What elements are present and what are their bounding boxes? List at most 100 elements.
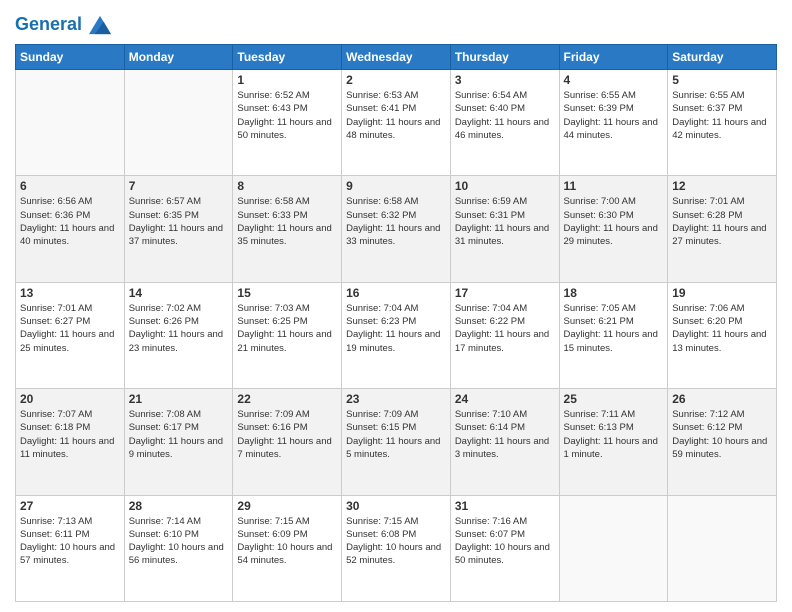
sunrise-text: Sunrise: 7:07 AM (20, 409, 92, 420)
daylight-text: Daylight: 11 hours and 31 minutes. (455, 223, 549, 247)
calendar-cell: 8Sunrise: 6:58 AMSunset: 6:33 PMDaylight… (233, 176, 342, 282)
sunrise-text: Sunrise: 6:55 AM (564, 90, 636, 101)
calendar-week-row: 13Sunrise: 7:01 AMSunset: 6:27 PMDayligh… (16, 282, 777, 388)
sunrise-text: Sunrise: 7:12 AM (672, 409, 744, 420)
cell-info: Sunrise: 7:10 AM Sunset: 6:14 PM Daylight:… (455, 408, 555, 461)
daylight-text: Daylight: 11 hours and 46 minutes. (455, 117, 549, 141)
sunset-text: Sunset: 6:37 PM (672, 103, 742, 114)
calendar-cell: 15Sunrise: 7:03 AMSunset: 6:25 PMDayligh… (233, 282, 342, 388)
sunrise-text: Sunrise: 6:59 AM (455, 196, 527, 207)
calendar-cell: 27Sunrise: 7:13 AMSunset: 6:11 PMDayligh… (16, 495, 125, 601)
sunset-text: Sunset: 6:40 PM (455, 103, 525, 114)
daylight-text: Daylight: 11 hours and 27 minutes. (672, 223, 766, 247)
calendar-cell: 10Sunrise: 6:59 AMSunset: 6:31 PMDayligh… (450, 176, 559, 282)
daylight-text: Daylight: 10 hours and 56 minutes. (129, 542, 224, 566)
sunset-text: Sunset: 6:15 PM (346, 422, 416, 433)
sunrise-text: Sunrise: 7:08 AM (129, 409, 201, 420)
daylight-text: Daylight: 11 hours and 48 minutes. (346, 117, 440, 141)
calendar-cell: 4Sunrise: 6:55 AMSunset: 6:39 PMDaylight… (559, 70, 668, 176)
daylight-text: Daylight: 11 hours and 40 minutes. (20, 223, 114, 247)
sunrise-text: Sunrise: 7:05 AM (564, 303, 636, 314)
day-number: 30 (346, 499, 446, 513)
sunset-text: Sunset: 6:22 PM (455, 316, 525, 327)
sunrise-text: Sunrise: 7:09 AM (346, 409, 418, 420)
daylight-text: Daylight: 11 hours and 35 minutes. (237, 223, 331, 247)
sunrise-text: Sunrise: 7:14 AM (129, 516, 201, 527)
cell-info: Sunrise: 6:53 AM Sunset: 6:41 PM Daylight:… (346, 89, 446, 142)
cell-info: Sunrise: 7:04 AMSunset: 6:23 PMDaylight:… (346, 302, 446, 355)
calendar-cell: 24 Sunrise: 7:10 AM Sunset: 6:14 PM Dayligh… (450, 389, 559, 495)
sunset-text: Sunset: 6:23 PM (346, 316, 416, 327)
sunrise-text: Sunrise: 7:00 AM (564, 196, 636, 207)
daylight-text: Daylight: 10 hours and 54 minutes. (237, 542, 332, 566)
calendar-cell: 17Sunrise: 7:04 AMSunset: 6:22 PMDayligh… (450, 282, 559, 388)
daylight-text: Daylight: 11 hours and 25 minutes. (20, 329, 114, 353)
calendar-cell: 22Sunrise: 7:09 AMSunset: 6:16 PMDayligh… (233, 389, 342, 495)
weekday-header: Thursday (450, 45, 559, 70)
calendar-cell: 30Sunrise: 7:15 AMSunset: 6:08 PMDayligh… (342, 495, 451, 601)
cell-info: Sunrise: 7:07 AMSunset: 6:18 PMDaylight:… (20, 408, 120, 461)
calendar-cell: 1Sunrise: 6:52 AMSunset: 6:43 PMDaylight… (233, 70, 342, 176)
logo-general: General (15, 14, 82, 34)
daylight-text: Daylight: 11 hours and 33 minutes. (346, 223, 440, 247)
sunrise-text: Sunrise: 7:10 AM (455, 409, 527, 420)
cell-info: Sunrise: 6:56 AMSunset: 6:36 PMDaylight:… (20, 195, 120, 248)
day-number: 9 (346, 179, 446, 193)
day-number: 16 (346, 286, 446, 300)
cell-info: Sunrise: 6:55 AMSunset: 6:37 PMDaylight:… (672, 89, 772, 142)
cell-info: Sunrise: 7:04 AMSunset: 6:22 PMDaylight:… (455, 302, 555, 355)
calendar-week-row: 20Sunrise: 7:07 AMSunset: 6:18 PMDayligh… (16, 389, 777, 495)
cell-info: Sunrise: 7:16 AMSunset: 6:07 PMDaylight:… (455, 515, 555, 568)
calendar-cell (668, 495, 777, 601)
sunrise-text: Sunrise: 7:16 AM (455, 516, 527, 527)
day-number: 29 (237, 499, 337, 513)
sunrise-text: Sunrise: 7:15 AM (346, 516, 418, 527)
sunset-text: Sunset: 6:14 PM (455, 422, 525, 433)
day-number: 11 (564, 179, 664, 193)
sunset-text: Sunset: 6:12 PM (672, 422, 742, 433)
calendar-cell (124, 70, 233, 176)
day-number: 14 (129, 286, 229, 300)
logo-text: General (15, 14, 111, 36)
calendar-cell: 20Sunrise: 7:07 AMSunset: 6:18 PMDayligh… (16, 389, 125, 495)
sunset-text: Sunset: 6:11 PM (20, 529, 90, 540)
cell-info: Sunrise: 6:52 AMSunset: 6:43 PMDaylight:… (237, 89, 337, 142)
sunrise-text: Sunrise: 7:15 AM (237, 516, 309, 527)
day-number: 7 (129, 179, 229, 193)
sunrise-text: Sunrise: 7:06 AM (672, 303, 744, 314)
sunrise-text: Sunrise: 6:56 AM (20, 196, 92, 207)
sunset-text: Sunset: 6:16 PM (237, 422, 307, 433)
daylight-text: Daylight: 11 hours and 19 minutes. (346, 329, 440, 353)
sunrise-text: Sunrise: 7:13 AM (20, 516, 92, 527)
day-number: 15 (237, 286, 337, 300)
weekday-header: Saturday (668, 45, 777, 70)
daylight-text: Daylight: 11 hours and 50 minutes. (237, 117, 331, 141)
logo-icon (89, 14, 111, 36)
sunset-text: Sunset: 6:07 PM (455, 529, 525, 540)
daylight-text: Daylight: 11 hours and 21 minutes. (237, 329, 331, 353)
sunrise-text: Sunrise: 7:01 AM (20, 303, 92, 314)
sunset-text: Sunset: 6:09 PM (237, 529, 307, 540)
sunrise-text: Sunrise: 7:09 AM (237, 409, 309, 420)
daylight-text: Daylight: 11 hours and 5 minutes. (346, 436, 440, 460)
calendar-cell (16, 70, 125, 176)
daylight-text: Daylight: 11 hours and 3 minutes. (455, 436, 549, 460)
daylight-text: Daylight: 10 hours and 59 minutes. (672, 436, 767, 460)
calendar-cell: 16 Sunrise: 7:04 AMSunset: 6:23 PMDayligh… (342, 282, 451, 388)
sunset-text: Sunset: 6:30 PM (564, 210, 634, 221)
cell-info: Sunrise: 6:54 AMSunset: 6:40 PMDaylight:… (455, 89, 555, 142)
day-number: 24 (455, 392, 555, 406)
daylight-text: Daylight: 11 hours and 9 minutes. (129, 436, 223, 460)
sunset-text: Sunset: 6:41 PM (346, 103, 416, 114)
cell-info: Sunrise: 7:06 AMSunset: 6:20 PMDaylight:… (672, 302, 772, 355)
sunrise-text: Sunrise: 6:58 AM (346, 196, 418, 207)
cell-info: Sunrise: 7:12 AM Sunset: 6:12 PM Daylight:… (672, 408, 772, 461)
calendar-cell: 3Sunrise: 6:54 AMSunset: 6:40 PMDaylight… (450, 70, 559, 176)
calendar-cell: 11Sunrise: 7:00 AMSunset: 6:30 PMDayligh… (559, 176, 668, 282)
sunrise-text: Sunrise: 7:03 AM (237, 303, 309, 314)
day-number: 5 (672, 73, 772, 87)
sunrise-text: Sunrise: 6:53 AM (346, 90, 418, 101)
daylight-text: Daylight: 10 hours and 52 minutes. (346, 542, 441, 566)
day-number: 10 (455, 179, 555, 193)
cell-info: Sunrise: 7:08 AMSunset: 6:17 PMDaylight:… (129, 408, 229, 461)
